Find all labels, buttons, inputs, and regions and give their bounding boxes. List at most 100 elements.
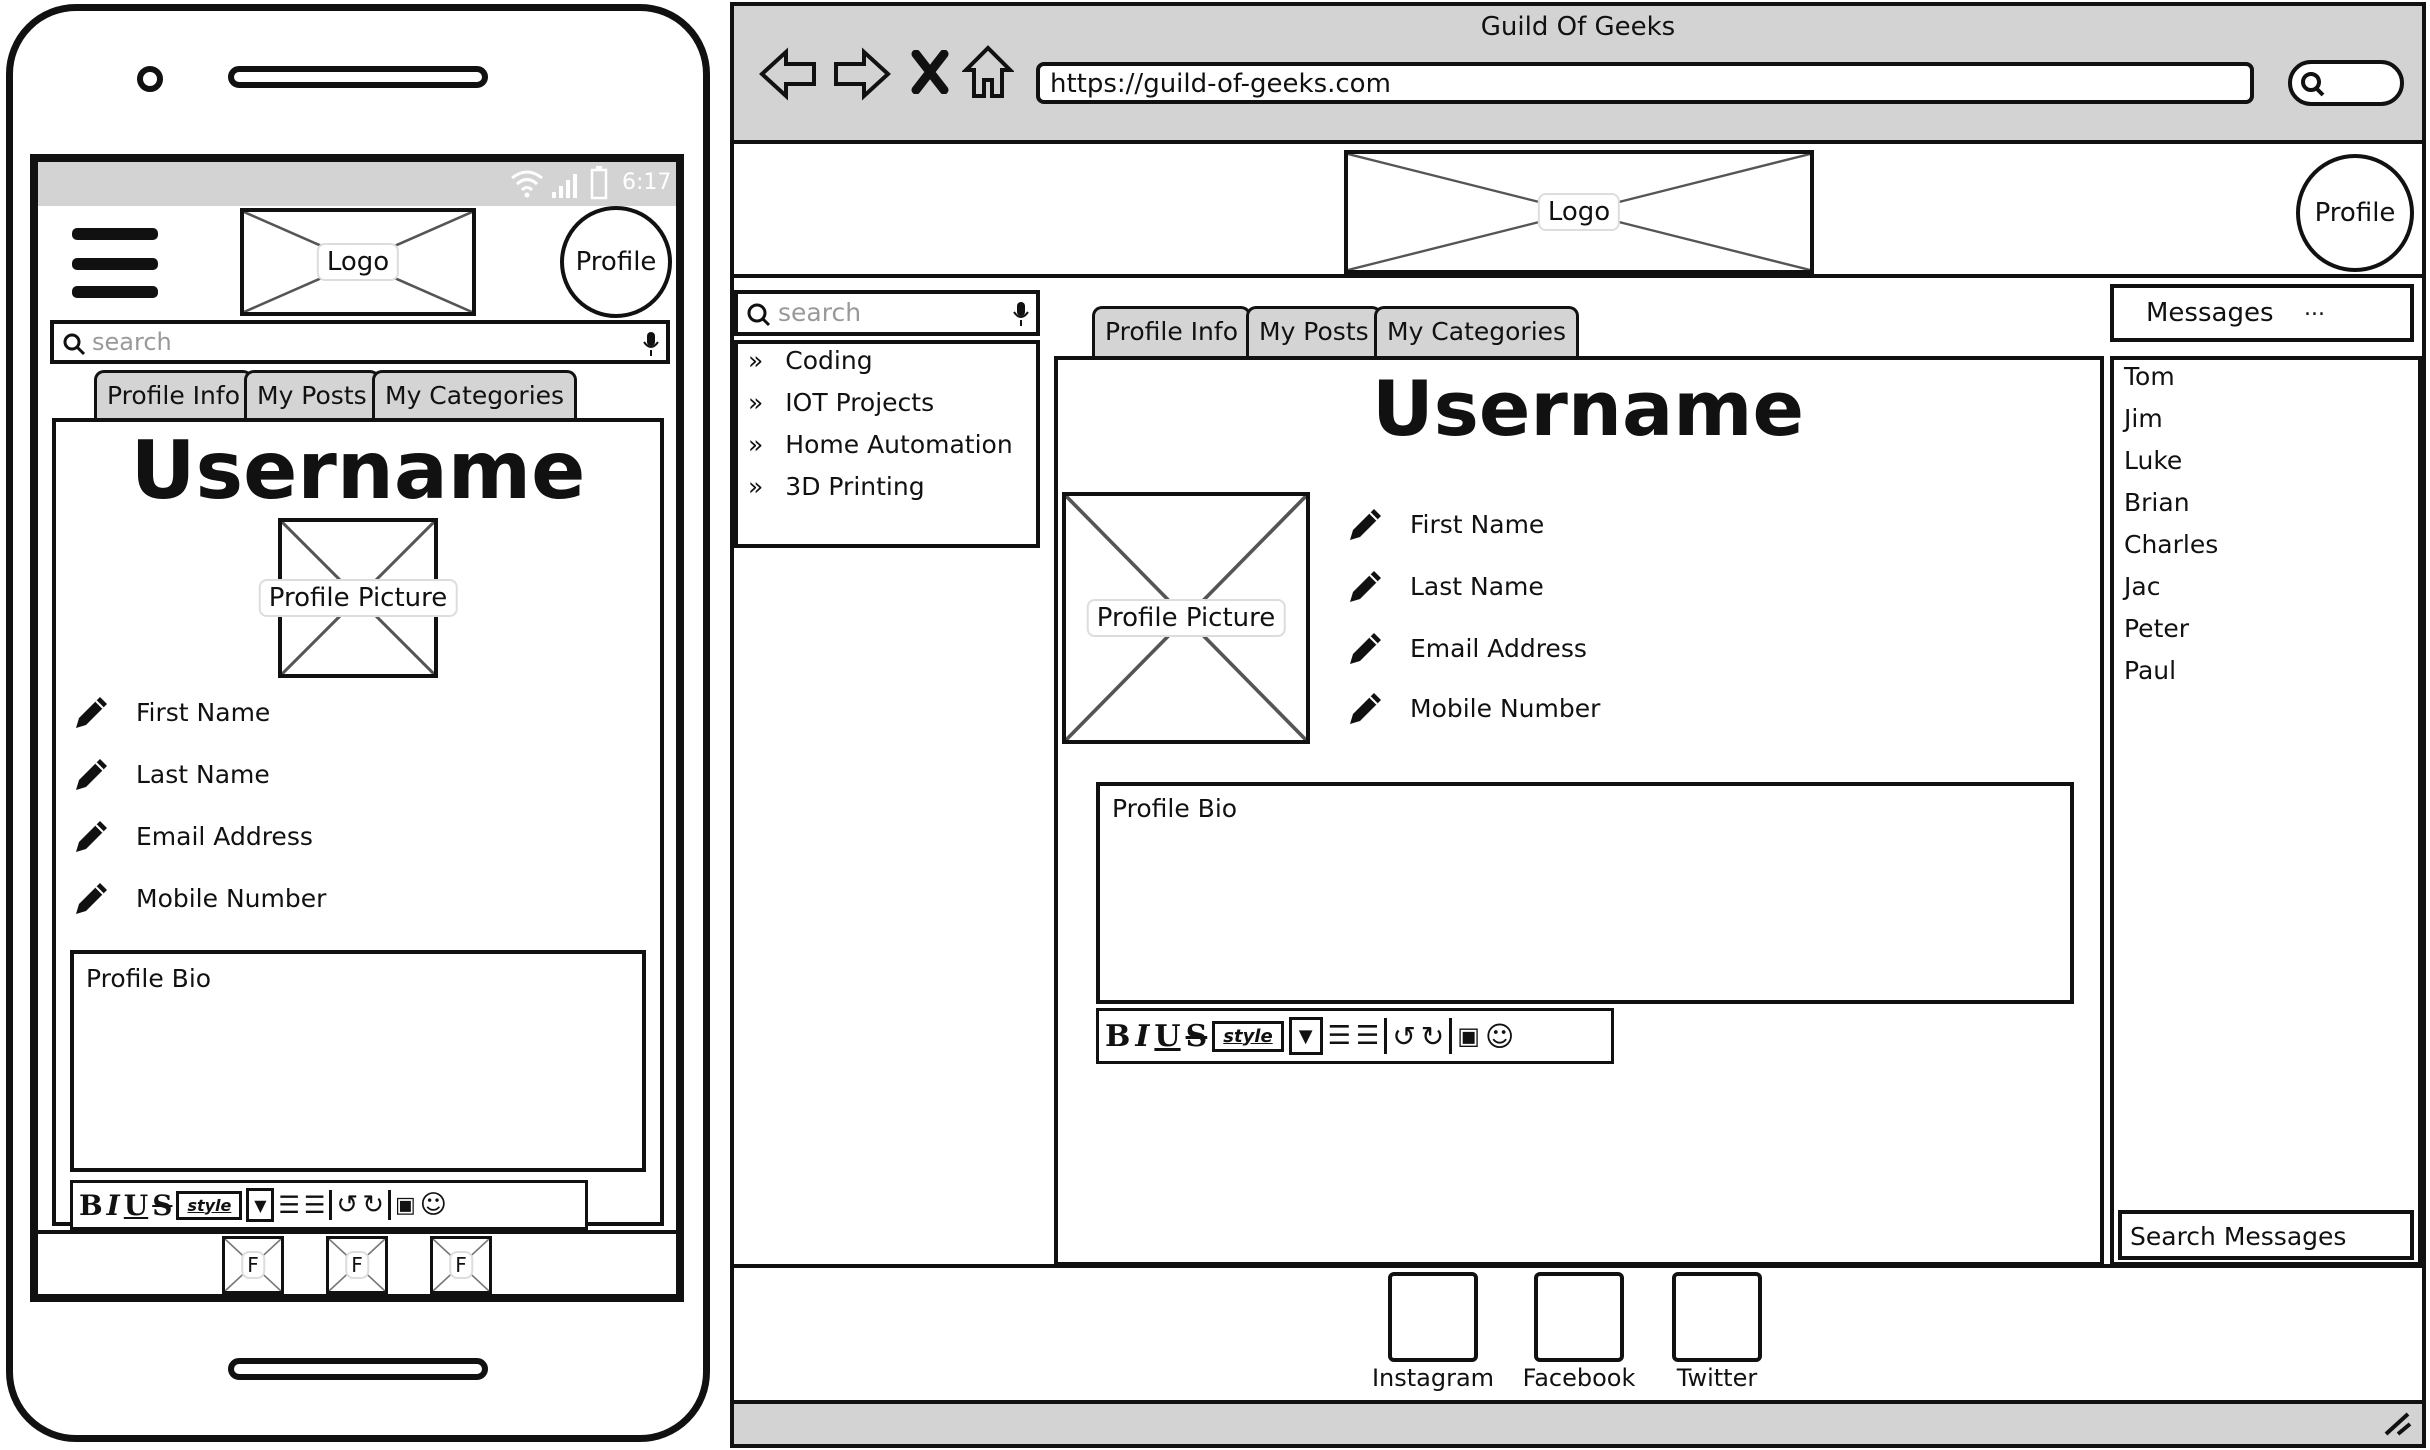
email-address-field[interactable]: Email Address — [1344, 626, 1587, 670]
italic-button[interactable]: I — [1135, 1019, 1149, 1054]
profile-picture[interactable]: Profile Picture — [258, 518, 458, 678]
search-input[interactable]: search — [50, 320, 670, 364]
bullet-list-icon[interactable]: ☰ — [278, 1191, 300, 1219]
address-bar[interactable]: https://guild-of-geeks.com — [1036, 62, 2254, 104]
numbered-list-icon[interactable]: ☰ — [304, 1191, 326, 1219]
tab-profile-info[interactable]: Profile Info — [94, 370, 253, 418]
email-address-field[interactable]: Email Address — [70, 814, 313, 858]
tab-my-categories[interactable]: My Categories — [372, 370, 578, 418]
first-name-field[interactable]: First Name — [1344, 502, 1544, 546]
instagram-label[interactable]: Instagram — [1360, 1364, 1506, 1392]
facebook-label[interactable]: Facebook — [1504, 1364, 1654, 1392]
messages-header[interactable]: Messages ... — [2110, 284, 2414, 342]
microphone-icon[interactable] — [1012, 300, 1030, 328]
twitter-label[interactable]: Twitter — [1652, 1364, 1782, 1392]
undo-icon[interactable]: ↺ — [1392, 1020, 1415, 1053]
mobile-number-field[interactable]: Mobile Number — [1344, 686, 1600, 730]
undo-icon[interactable]: ↺ — [336, 1190, 358, 1220]
strikethrough-button[interactable]: S — [1186, 1019, 1208, 1054]
message-contact-jim[interactable]: Jim — [2124, 404, 2163, 433]
logo-label: Logo — [316, 243, 400, 281]
image-icon[interactable]: ▣ — [395, 1193, 416, 1218]
tab-my-categories[interactable]: My Categories — [1374, 306, 1580, 358]
message-contact-tom[interactable]: Tom — [2124, 362, 2175, 391]
underline-button[interactable]: U — [1154, 1019, 1180, 1054]
profile-bio-label: Profile Bio — [86, 964, 212, 993]
microphone-icon[interactable] — [642, 330, 660, 358]
username-heading: Username — [1371, 364, 1805, 453]
bullet-list-icon[interactable]: ☰ — [1328, 1021, 1351, 1051]
back-icon[interactable] — [758, 46, 818, 102]
phone-home-button[interactable] — [228, 1358, 488, 1380]
chevron-down-icon[interactable]: ▼ — [1288, 1017, 1323, 1055]
social-icon[interactable]: F — [326, 1236, 388, 1294]
pencil-icon — [1350, 571, 1381, 602]
message-contact-luke[interactable]: Luke — [2124, 446, 2182, 475]
bold-button[interactable]: B — [79, 1189, 103, 1222]
wifi-icon — [511, 170, 543, 198]
category-item-coding[interactable]: » Coding — [748, 346, 873, 375]
search-placeholder: search — [778, 298, 862, 327]
last-name-field[interactable]: Last Name — [1344, 564, 1544, 608]
numbered-list-icon[interactable]: ☰ — [1356, 1021, 1379, 1051]
address-url: https://guild-of-geeks.com — [1050, 69, 1391, 99]
mobile-number-field[interactable]: Mobile Number — [70, 876, 326, 920]
last-name-field[interactable]: Last Name — [70, 752, 270, 796]
resize-handle-icon[interactable] — [2380, 1408, 2414, 1438]
phone-camera — [137, 66, 163, 92]
search-placeholder: search — [92, 328, 172, 356]
profile-button[interactable]: Profile — [560, 206, 672, 318]
profile-bio-textarea[interactable]: Profile Bio — [1096, 782, 2074, 1004]
rich-text-toolbar: B I U S style ▼ ☰ ☰ ↺ ↻ ▣ ☺ — [1096, 1008, 1614, 1064]
tab-my-posts[interactable]: My Posts — [1246, 306, 1382, 358]
category-item-iot-projects[interactable]: » IOT Projects — [748, 388, 934, 417]
search-input[interactable]: search — [734, 290, 1040, 336]
pencil-icon — [1350, 509, 1381, 540]
social-icon[interactable]: F — [222, 1236, 284, 1294]
underline-button[interactable]: U — [124, 1189, 148, 1222]
pencil-icon — [1350, 693, 1381, 724]
phone-speaker — [228, 66, 488, 88]
message-contact-peter[interactable]: Peter — [2124, 614, 2189, 643]
profile-button[interactable]: Profile — [2296, 154, 2414, 272]
message-contact-charles[interactable]: Charles — [2124, 530, 2218, 559]
search-icon — [63, 333, 86, 356]
profile-picture[interactable]: Profile Picture — [1062, 492, 1310, 744]
redo-icon[interactable]: ↻ — [362, 1190, 384, 1220]
search-messages-input[interactable]: Search Messages — [2118, 1210, 2414, 1260]
italic-button[interactable]: I — [107, 1189, 120, 1222]
instagram-icon[interactable] — [1388, 1272, 1478, 1362]
hamburger-menu-icon[interactable] — [72, 228, 158, 300]
tab-profile-info[interactable]: Profile Info — [1092, 306, 1251, 358]
profile-button-label: Profile — [2314, 198, 2396, 228]
double-chevron-right-icon: » — [748, 388, 764, 417]
browser-search-button[interactable] — [2288, 60, 2404, 106]
message-contact-paul[interactable]: Paul — [2124, 656, 2176, 685]
style-dropdown[interactable]: style — [1212, 1020, 1284, 1052]
browser-status-bar — [734, 1400, 2422, 1444]
username-heading: Username — [130, 424, 586, 517]
category-item-3d-printing[interactable]: » 3D Printing — [748, 472, 925, 501]
pencil-icon — [76, 697, 107, 728]
forward-icon[interactable] — [832, 46, 892, 102]
redo-icon[interactable]: ↻ — [1421, 1020, 1444, 1053]
facebook-icon[interactable] — [1534, 1272, 1624, 1362]
strikethrough-button[interactable]: S — [152, 1189, 172, 1222]
social-icon[interactable]: F — [430, 1236, 492, 1294]
message-contact-brian[interactable]: Brian — [2124, 488, 2190, 517]
home-icon[interactable] — [962, 44, 1014, 100]
emoji-icon[interactable]: ☺ — [1485, 1020, 1514, 1053]
pencil-icon — [1350, 633, 1381, 664]
twitter-icon[interactable] — [1672, 1272, 1762, 1362]
tab-my-posts[interactable]: My Posts — [244, 370, 380, 418]
image-icon[interactable]: ▣ — [1457, 1022, 1480, 1050]
category-item-home-automation[interactable]: » Home Automation — [748, 430, 1013, 459]
bold-button[interactable]: B — [1105, 1019, 1130, 1054]
emoji-icon[interactable]: ☺ — [420, 1190, 447, 1220]
style-dropdown[interactable]: style — [176, 1190, 243, 1220]
profile-bio-textarea[interactable]: Profile Bio — [70, 950, 646, 1172]
first-name-field[interactable]: First Name — [70, 690, 270, 734]
chevron-down-icon[interactable]: ▼ — [246, 1188, 275, 1222]
close-icon[interactable] — [910, 50, 950, 94]
message-contact-jac[interactable]: Jac — [2124, 572, 2160, 601]
